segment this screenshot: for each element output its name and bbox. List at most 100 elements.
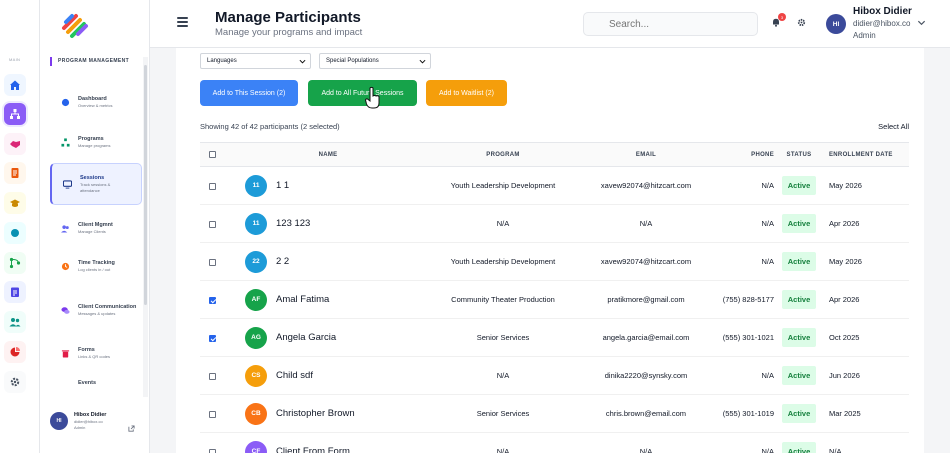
participant-name[interactable]: 123 123 [276,218,310,229]
external-link-icon[interactable] [128,425,135,432]
col-email[interactable]: EMAIL [578,142,714,167]
enrollment-date-cell: Oct 2025 [824,318,909,357]
table-row[interactable]: CB Christopher Brown Senior Services chris.… [200,394,909,433]
gear-icon[interactable] [4,371,26,393]
row-checkbox[interactable] [209,220,216,228]
select-all-link[interactable]: Select All [878,122,909,131]
document-icon[interactable] [4,162,26,184]
languages-value: Languages [207,58,237,64]
status-badge: Active [781,366,817,385]
nav-time-tracking[interactable]: Time Tracking Log clients in / out [50,246,142,286]
nav-title: Time Tracking [78,259,115,266]
table-row[interactable]: 11 123 123 N/A N/A N/A Active Apr 2026 [200,204,909,243]
nav-sessions[interactable]: Sessions Track sessions & attendance [50,163,142,205]
col-enrollment-date[interactable]: ENROLLMENT DATE [824,142,909,167]
nav-programs[interactable]: Programs Manage programs [50,122,142,162]
nav-subtitle: Messages & updates [78,310,116,316]
nav-title: Client Communication [78,303,137,310]
row-checkbox[interactable] [209,334,216,342]
status-badge: Active [781,176,817,195]
col-phone[interactable]: PHONE [714,142,774,167]
participant-name[interactable]: Angela Garcia [276,332,336,343]
clock-icon [60,261,70,271]
email-cell: xavew92074@hitzcart.com [578,166,714,205]
status-badge: Active [781,404,817,423]
users-icon [60,223,70,233]
participant-name[interactable]: Christopher Brown [276,408,355,419]
col-name[interactable]: NAME [228,142,428,167]
chart-pie-icon[interactable] [4,341,26,363]
app-logo[interactable] [58,8,92,42]
participant-name[interactable]: 2 2 [276,256,289,267]
nav-subtitle: Track sessions & attendance [80,182,111,193]
home-icon[interactable] [4,74,26,96]
avatar: CS [245,364,267,387]
row-checkbox[interactable] [209,410,216,418]
org-chart-icon[interactable] [4,103,26,125]
nav-dashboard[interactable]: Dashboard Overview & metrics [50,82,142,122]
header-checkbox[interactable] [209,150,216,158]
chevron-down-icon[interactable] [917,18,926,27]
table-row[interactable]: 22 2 2 Youth Leadership Development xavew92… [200,242,909,281]
chevron-down-icon [419,59,426,64]
chat-icon [60,305,70,315]
gear-icon[interactable] [797,18,806,27]
row-checkbox[interactable] [209,258,216,266]
clipboard-icon[interactable] [4,281,26,303]
status-badge: Active [781,328,817,347]
special-populations-select[interactable]: Special Populations [319,53,431,69]
menu-icon[interactable] [177,17,188,27]
table-row[interactable]: AF Amal Fatima Community Theater Productio… [200,280,909,319]
avatar: 11 [245,212,267,235]
add-to-waitlist-button[interactable]: Add to Waitlist (2) [426,80,507,106]
monitor-icon [62,179,72,189]
nav-client-mgmnt[interactable]: Client Mgmnt Manage Clients [50,208,142,248]
row-checkbox[interactable] [209,182,216,190]
languages-select[interactable]: Languages [200,53,311,69]
enrollment-date-cell: May 2026 [824,242,909,281]
participant-name[interactable]: 1 1 [276,180,289,191]
row-checkbox[interactable] [209,372,216,380]
table-row[interactable]: CS Child sdf N/A dinika2220@synsky.com N/A Ac… [200,356,909,395]
nav-title: Events [78,379,97,386]
user-role: Admin [74,424,86,430]
row-checkbox[interactable] [209,296,216,304]
participant-name[interactable]: Child sdf [276,370,313,381]
status-badge: Active [781,442,817,453]
subnav-scrollbar[interactable] [143,57,148,397]
enrollment-date-cell: N/A [824,432,909,453]
dashboard-icon [60,97,70,107]
email-cell: dinika2220@synsky.com [578,356,714,395]
enrollment-date-cell: Apr 2026 [824,204,909,243]
col-program[interactable]: PROGRAM [428,142,578,167]
table-row[interactable]: CF Client From Form N/A N/A N/A Active N/A [200,432,909,453]
sidebar-user[interactable]: HI Hibox Didier didier@hibox.co Admin [50,412,106,430]
program-cell: N/A [428,432,578,453]
graduation-cap-icon[interactable] [4,192,26,214]
avatar[interactable]: HI [826,14,846,34]
icon-rail: MAIN [0,0,40,453]
handshake-icon[interactable] [4,133,26,155]
table-row[interactable]: AG Angela Garcia Senior Services angela.gar… [200,318,909,357]
search-input[interactable] [583,12,758,36]
row-checkbox[interactable] [209,448,216,453]
sub-sidebar: PROGRAM MANAGEMENT Dashboard Overview & m… [40,0,150,453]
add-to-session-button[interactable]: Add to This Session (2) [200,80,298,106]
nav-forms[interactable]: Forms Links & QR codes [50,333,142,373]
phone-cell: N/A [714,356,774,395]
add-to-future-sessions-button[interactable]: Add to All Future Sessions [308,80,417,106]
circle-icon[interactable] [4,222,26,244]
program-cell: Senior Services [428,318,578,357]
col-status[interactable]: STATUS [774,142,824,167]
nav-events[interactable]: Events [50,368,142,398]
users-icon[interactable] [4,311,26,333]
participant-name[interactable]: Client From Form [276,446,350,453]
user-role: Admin [853,31,876,40]
nav-client-communication[interactable]: Client Communication Messages & updates [50,290,142,330]
avatar: 11 [245,174,267,197]
avatar: CB [245,402,267,425]
participant-name[interactable]: Amal Fatima [276,294,329,305]
flow-icon[interactable] [4,252,26,274]
participants-count: Showing 42 of 42 participants (2 selecte… [200,122,340,131]
table-row[interactable]: 11 1 1 Youth Leadership Development xavew92… [200,166,909,205]
